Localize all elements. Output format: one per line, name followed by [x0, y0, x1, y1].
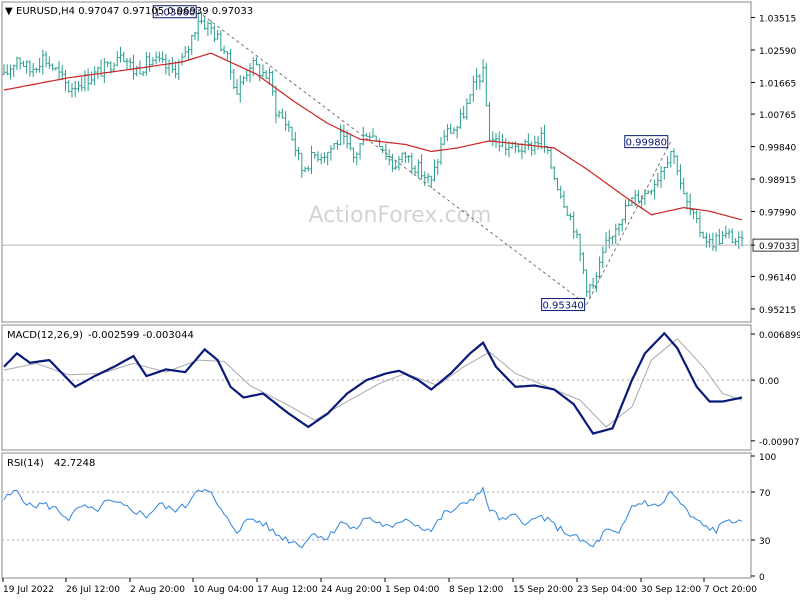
y-tick-label: -0.009076 — [759, 438, 800, 448]
y-tick-label: 0.97033 — [759, 242, 796, 252]
y-tick-label: 0.006899 — [759, 331, 800, 341]
x-tick-label: 24 Aug 20:00 — [321, 585, 382, 595]
eurusd-h4-chart: ActionForex.com 1.036800.953400.99980 1.… — [1, 1, 800, 595]
price-annotation-label: 0.95340 — [542, 301, 583, 312]
rsi-value: 42.7248 — [54, 458, 95, 469]
x-tick-label: 30 Sep 12:00 — [641, 585, 701, 595]
y-tick-label: 1.01665 — [759, 79, 796, 89]
y-tick-label: 0.95215 — [759, 306, 796, 316]
macd-values: -0.002599 -0.003044 — [88, 330, 194, 341]
y-tick-label: 30 — [759, 537, 771, 547]
dropdown-triangle-icon[interactable]: ▼ — [5, 6, 13, 17]
y-tick-label: 70 — [759, 489, 771, 499]
y-tick-label: 100 — [759, 453, 776, 463]
x-tick-label: 19 Jul 2022 — [3, 585, 54, 595]
rsi-panel-frame — [1, 452, 752, 579]
rsi-title: RSI(14) — [7, 458, 44, 469]
x-tick-label: 7 Oct 20:00 — [704, 585, 757, 595]
x-tick-label: 23 Sep 04:00 — [577, 585, 637, 595]
x-tick-label: 8 Sep 12:00 — [449, 585, 504, 595]
macd-title: MACD(12,26,9) — [7, 330, 83, 341]
y-tick-label: 1.03515 — [759, 15, 796, 25]
y-tick-label: 0.97990 — [759, 209, 796, 219]
x-tick-label: 26 Jul 12:00 — [66, 585, 120, 595]
y-tick-label: 1.00765 — [759, 111, 796, 121]
x-tick-label: 10 Aug 04:00 — [193, 585, 254, 595]
price-panel-frame — [1, 1, 752, 323]
x-tick-label: 17 Aug 12:00 — [257, 585, 318, 595]
watermark: ActionForex.com — [309, 203, 492, 228]
y-tick-label: 0.96140 — [759, 273, 796, 283]
x-tick-label: 2 Aug 20:00 — [130, 585, 185, 595]
x-tick-label: 1 Sep 04:00 — [385, 585, 440, 595]
x-tick-label: 15 Sep 20:00 — [513, 585, 573, 595]
macd-panel-frame — [1, 324, 752, 451]
y-tick-label: 1.02590 — [759, 47, 796, 57]
y-tick-label: 0.00 — [759, 377, 779, 387]
y-tick-label: 0.98915 — [759, 176, 796, 186]
y-tick-label: 0.99840 — [759, 144, 796, 154]
price-annotation-label: 0.99980 — [626, 138, 667, 149]
y-tick-label: 0 — [759, 573, 765, 583]
price-header: EURUSD,H4 0.97047 0.97105 0.96939 0.9703… — [16, 6, 253, 17]
